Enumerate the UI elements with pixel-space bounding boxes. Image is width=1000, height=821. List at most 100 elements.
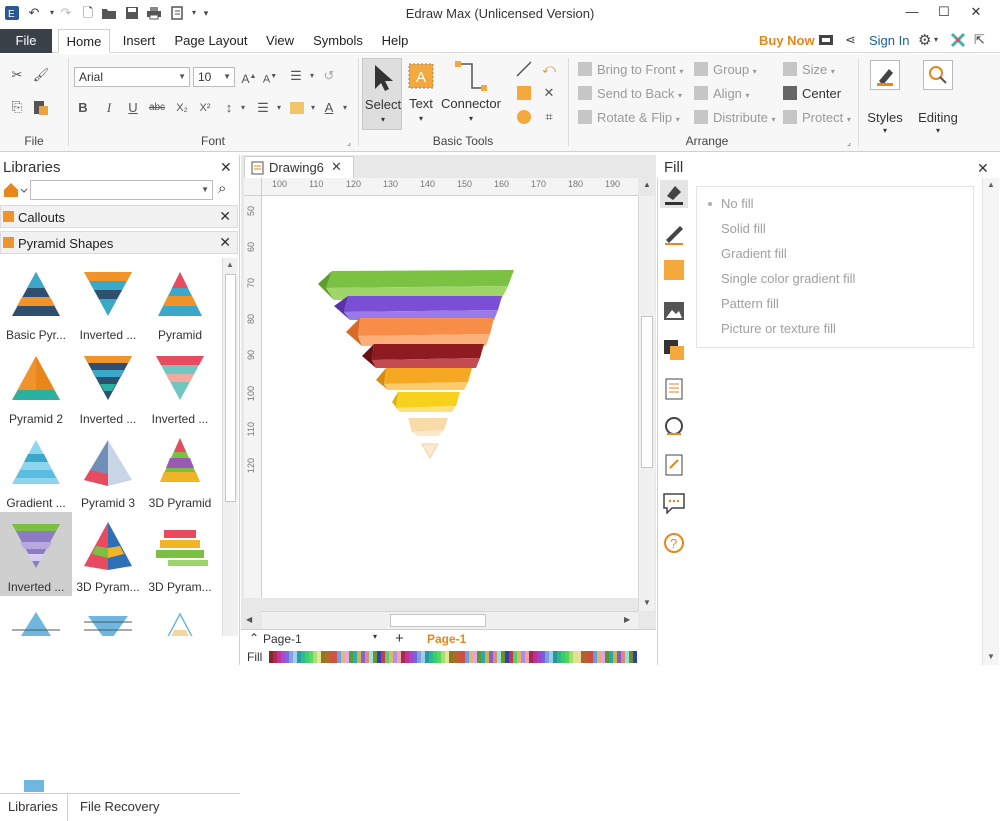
page-selector[interactable]: Page-1 ▾ [263,632,383,648]
page-nav-up-icon[interactable]: ⌃ [249,631,259,645]
library-search-icon[interactable]: ⌕ [218,180,226,197]
shape-inverted-pyramid-3[interactable]: Inverted ... [144,344,216,428]
pyramid-level-2[interactable] [344,296,502,312]
tab-file-recovery[interactable]: File Recovery [80,799,159,814]
align-button[interactable]: Align ▾ [694,86,750,101]
arc-tool-icon[interactable]: ⤺ [540,60,558,78]
settings-dropdown-icon[interactable]: ▾ [934,35,938,44]
bold-icon[interactable]: B [74,99,92,117]
scroll-up-icon[interactable]: ▲ [643,180,651,189]
bullets-dropdown-icon[interactable]: ▾ [270,99,288,117]
copy-icon[interactable]: ⎘ [8,98,26,116]
hyperlink-globe-icon[interactable] [663,416,685,441]
bring-to-front-button[interactable]: Bring to Front ▾ [578,62,683,77]
library-search-input[interactable]: ▼ [30,180,213,200]
italic-icon[interactable]: I [100,99,118,117]
cart-icon[interactable] [818,33,834,47]
shape-pyramid-list-2[interactable] [72,596,144,636]
insert-image-icon[interactable] [662,300,686,325]
add-page-icon[interactable]: + [395,630,404,647]
shape-3d-pyramid-2[interactable]: 3D Pyram... [72,512,144,596]
shape-basic-pyramid[interactable]: Basic Pyr... [0,260,72,344]
styles-dropdown-icon[interactable]: ▾ [862,126,908,135]
scroll-up-icon[interactable]: ▲ [226,260,234,269]
shape-inverted-pyramid-1[interactable]: Inverted ... [72,260,144,344]
tab-insert[interactable]: Insert [118,29,160,53]
grow-font-icon[interactable]: A▲ [240,68,258,86]
library-section-callouts[interactable]: Callouts ✕ [0,205,238,228]
shape-inverted-pyramid-2[interactable]: Inverted ... [72,344,144,428]
tab-home[interactable]: Home [58,29,110,53]
layers-icon[interactable] [662,338,686,365]
font-dialog-launcher-icon[interactable]: ⌟ [340,134,358,152]
scroll-up-icon[interactable]: ▲ [987,180,995,189]
connector-tool-button[interactable]: Connector ▾ [440,58,502,130]
text-dropdown-icon[interactable]: ▾ [406,114,436,123]
horizontal-scrollbar-thumb[interactable] [390,614,486,627]
library-home-icon[interactable] [2,181,28,199]
fill-panel-close-icon[interactable]: ✕ [977,160,989,177]
tab-libraries[interactable]: Libraries [0,780,68,821]
shape-inverted-3d-pyramid[interactable]: Inverted ... [0,512,72,596]
minimize-icon[interactable]: — [898,2,926,22]
font-size-select[interactable]: 10 ▼ [193,67,235,87]
pen-tool-icon[interactable]: ✕ [540,84,558,102]
close-section-icon[interactable]: ✕ [219,208,231,225]
note-icon[interactable] [664,454,684,479]
library-scrollbar[interactable]: ▲ [222,258,238,636]
text-tool-button[interactable]: A Text ▾ [406,58,436,130]
pyramid-level-1[interactable] [326,270,514,288]
styles-button[interactable]: Styles ▾ [862,58,908,144]
rotate-flip-button[interactable]: Rotate & Flip ▾ [578,110,680,125]
vertical-scrollbar[interactable]: ▲ ▼ [638,180,655,611]
superscript-icon[interactable]: X² [196,99,214,117]
libraries-close-icon[interactable]: ✕ [220,159,232,176]
close-section-icon[interactable]: ✕ [219,234,231,251]
shape-gradient-pyramid[interactable]: Gradient ... [0,428,72,512]
pyramid-level-7[interactable] [408,418,448,432]
shape-3d-pyramid[interactable]: 3D Pyramid [144,428,216,512]
text-direction-icon[interactable]: ↺ [320,67,338,85]
fill-panel-scrollbar[interactable]: ▲ ▼ [982,178,999,665]
pyramid-level-3[interactable] [358,318,494,336]
tab-page-layout[interactable]: Page Layout [172,29,250,53]
document-tab[interactable]: Drawing6 ✕ [244,156,354,178]
maximize-icon[interactable]: ☐ [930,2,958,22]
scroll-left-icon[interactable]: ◀ [246,615,252,624]
library-section-pyramid-shapes[interactable]: Pyramid Shapes ✕ [0,231,238,254]
shadow-icon[interactable] [664,260,684,280]
protect-button[interactable]: Protect ▾ [783,110,851,125]
shrink-font-icon[interactable]: A▼ [261,68,279,86]
pyramid-level-4[interactable] [372,344,484,360]
drawing-page[interactable] [262,196,638,598]
plugin-icon[interactable] [950,32,966,51]
send-to-back-button[interactable]: Send to Back ▾ [578,86,682,101]
shape-pyramid[interactable]: Pyramid [144,260,216,344]
tab-symbols[interactable]: Symbols [310,29,366,53]
vertical-scrollbar-thumb[interactable] [641,316,653,468]
arrange-dialog-launcher-icon[interactable]: ⌟ [840,134,858,152]
fill-option-solid-fill[interactable]: Solid fill [721,221,766,236]
close-document-icon[interactable]: ✕ [331,159,342,175]
inverted-3d-pyramid-diagram[interactable] [262,196,638,598]
tab-view[interactable]: View [262,29,298,53]
settings-gear-icon[interactable]: ⚙ [918,31,931,49]
shape-3d-pyramid-3[interactable]: 3D Pyram... [144,512,216,596]
rectangle-tool-icon[interactable] [515,84,533,102]
collapse-ribbon-icon[interactable]: ⇱ [974,32,985,48]
fill-option-picture-texture-fill[interactable]: Picture or texture fill [721,321,836,336]
close-icon[interactable]: ✕ [962,2,990,22]
select-tool-button[interactable]: Select ▾ [362,58,402,130]
cut-icon[interactable]: ✂ [8,66,26,84]
file-menu[interactable]: File [0,29,52,53]
size-button[interactable]: Size ▾ [783,62,835,77]
font-name-select[interactable]: Arial ▼ [74,67,190,87]
ellipse-tool-icon[interactable] [515,108,533,126]
page-selector-dropdown-icon[interactable]: ▾ [373,632,377,641]
editing-button[interactable]: Editing ▾ [912,58,964,144]
connector-dropdown-icon[interactable]: ▾ [440,114,502,123]
fill-option-single-color-gradient[interactable]: Single color gradient fill [721,271,855,286]
format-painter-icon[interactable]: 🖌 [32,66,50,84]
fill-option-no-fill[interactable]: No fill [721,196,754,211]
library-scrollbar-thumb[interactable] [225,274,236,502]
